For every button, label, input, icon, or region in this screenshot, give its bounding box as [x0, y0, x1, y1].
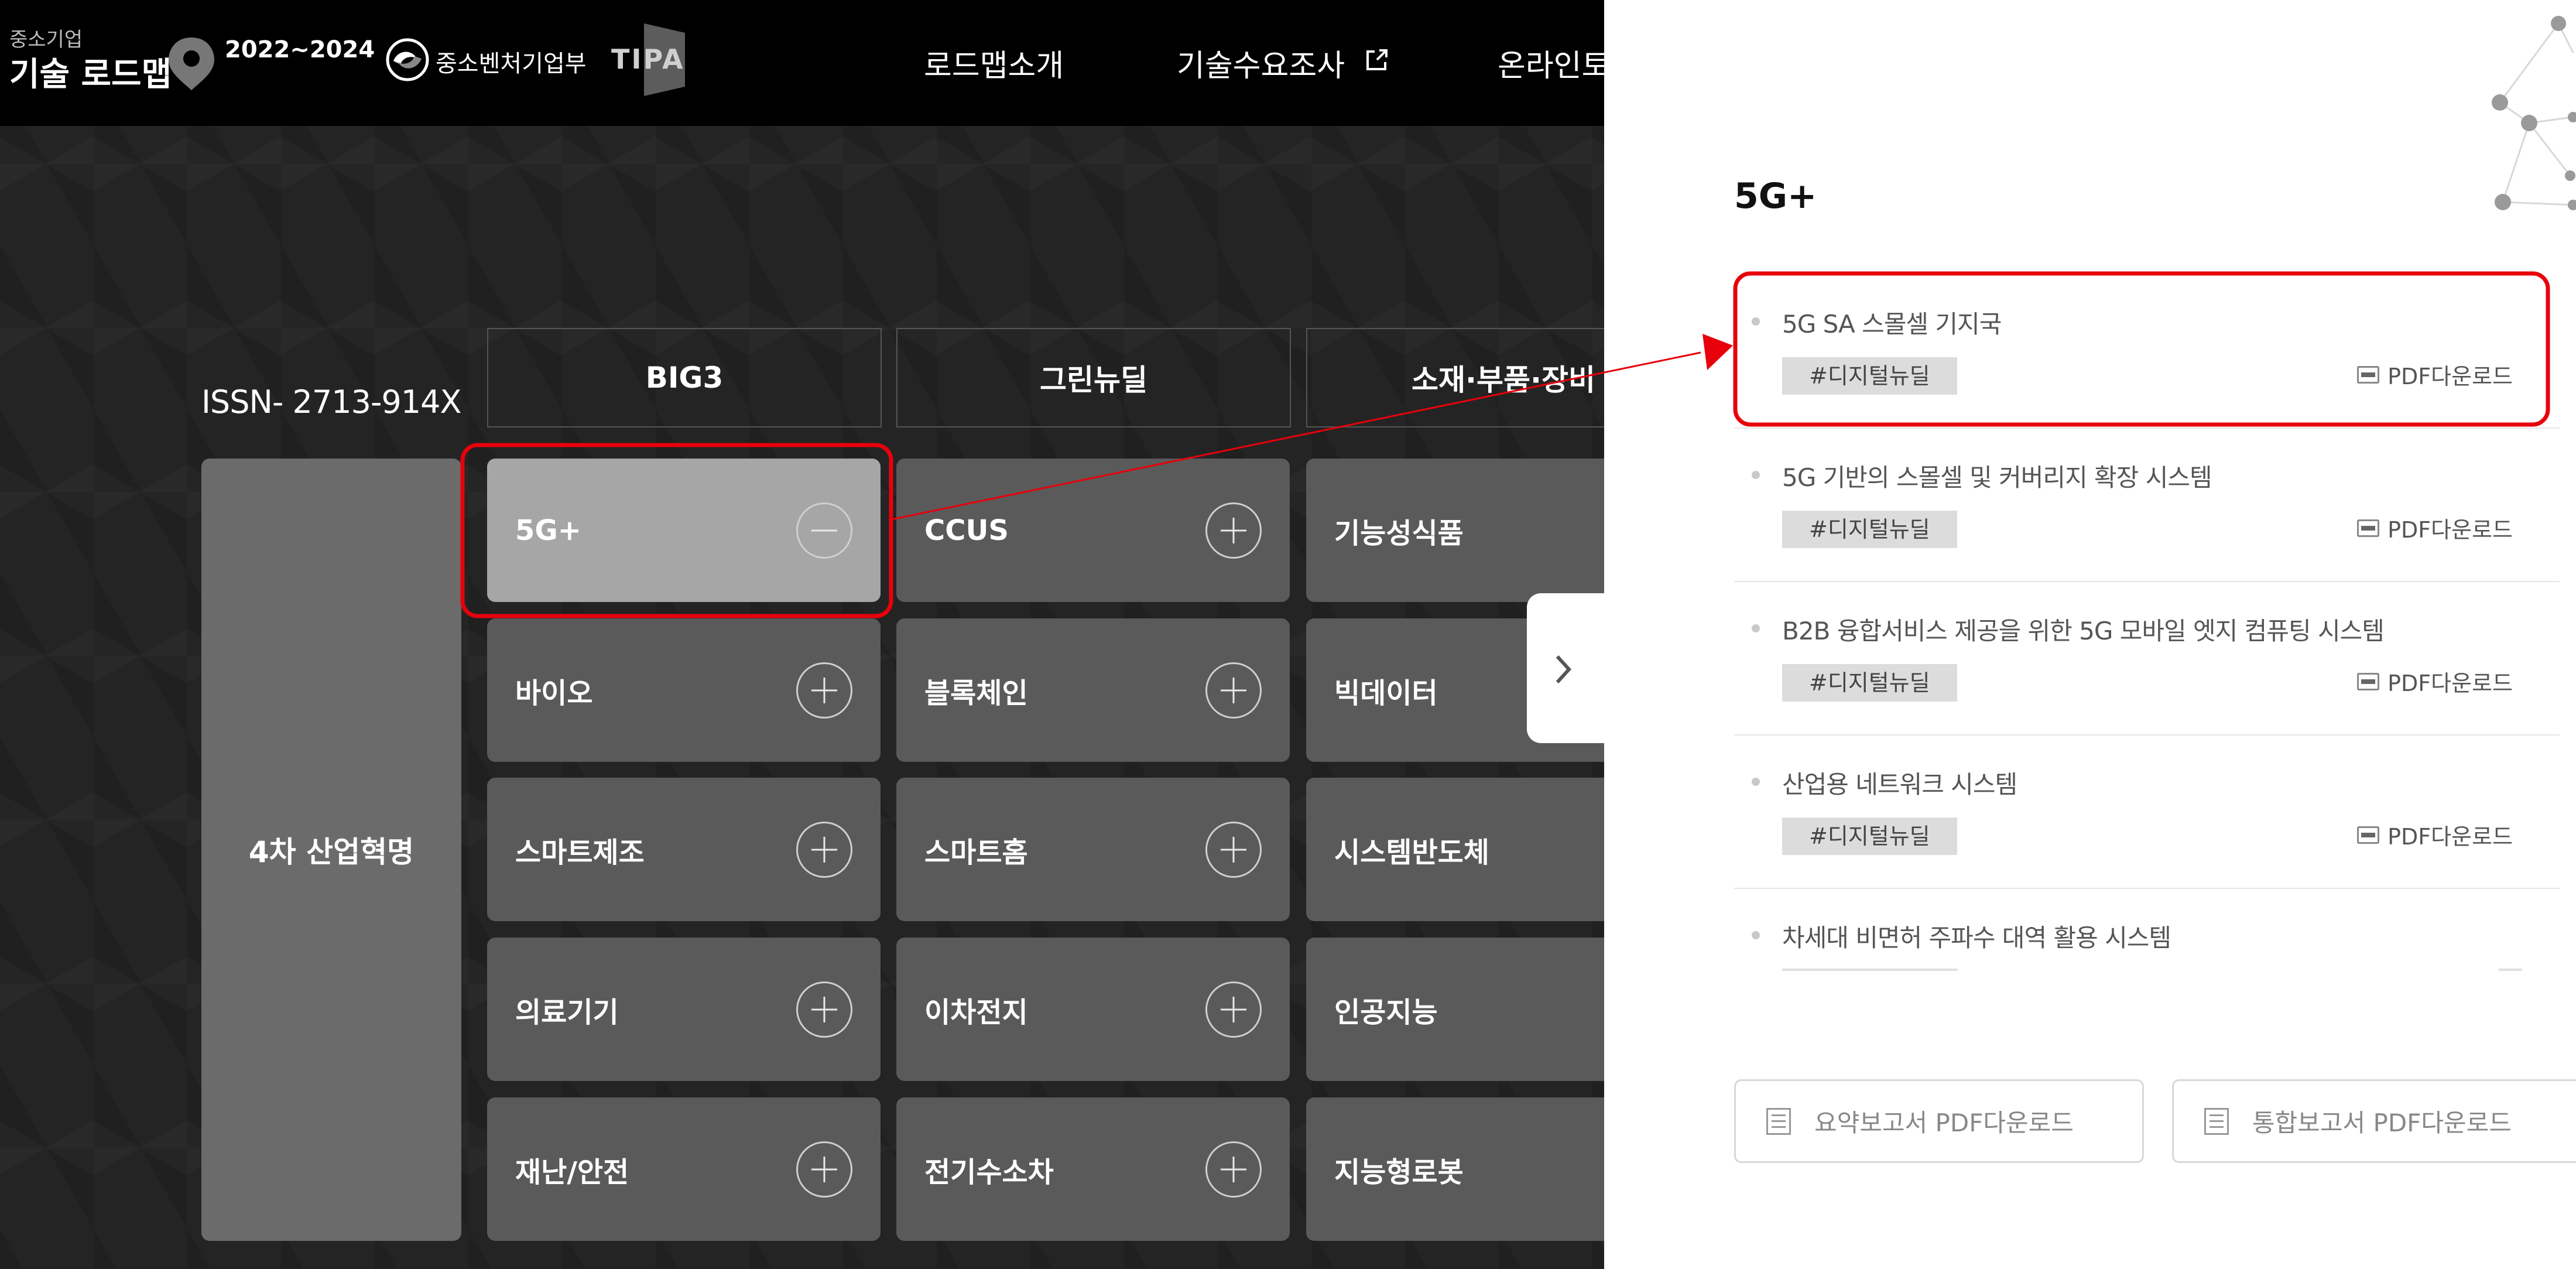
annotation-overlay — [460, 271, 2550, 618]
annotation-arrowhead — [1703, 334, 1733, 370]
highlight-box-item — [1733, 271, 2550, 427]
highlight-box-5g — [460, 443, 893, 618]
annotation-arrow-line — [888, 351, 1701, 521]
